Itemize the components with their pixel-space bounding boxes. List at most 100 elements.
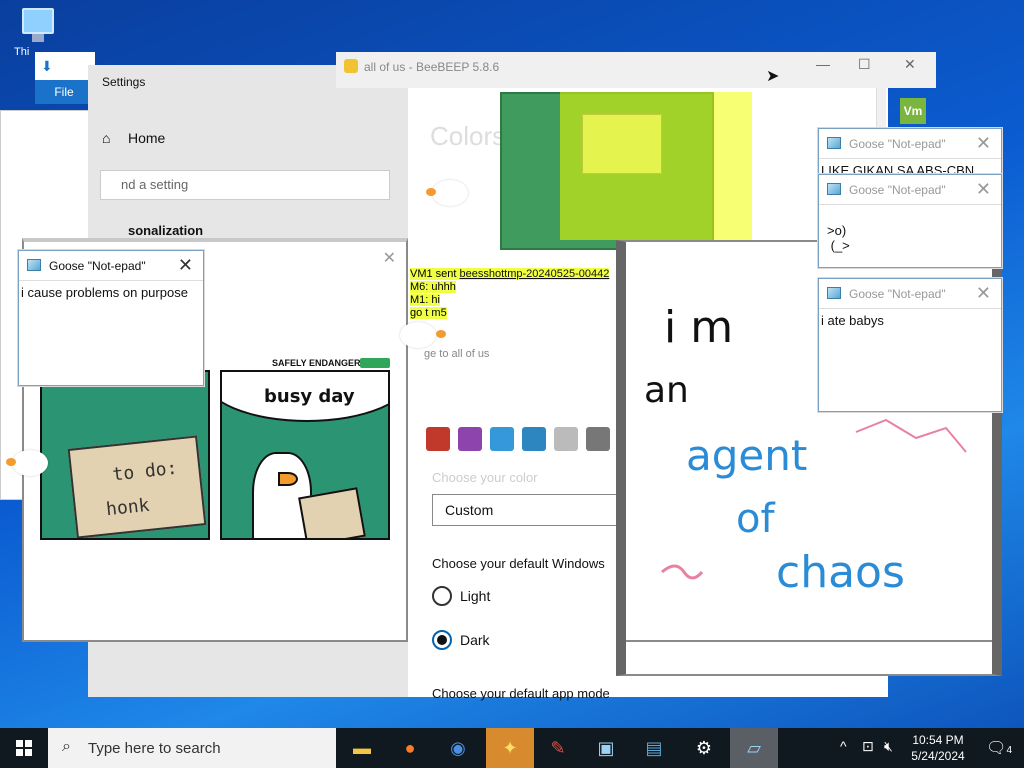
notepad-text[interactable]: i cause problems on purpose — [19, 281, 203, 304]
notepad-title: Goose "Not-epad" — [49, 259, 146, 273]
notification-center-icon[interactable]: 🗨︎4 — [986, 738, 1012, 758]
close-icon[interactable]: ✕ — [976, 179, 991, 200]
drawing-line-4: of — [736, 496, 775, 542]
mouse-cursor-icon: ➤ — [766, 68, 780, 85]
notepad-title: Goose "Not-epad" — [849, 183, 946, 197]
message-input-placeholder[interactable]: ge to all of us — [424, 348, 489, 361]
font-icon[interactable] — [426, 427, 450, 451]
desktop-goose[interactable] — [426, 180, 468, 206]
beebeep-icon — [344, 59, 358, 73]
personalization-heading: sonalization — [128, 223, 204, 238]
start-button[interactable] — [0, 728, 48, 768]
notepad-icon — [827, 183, 841, 195]
goose-notepad-3[interactable]: Goose "Not-epad" ✕ >o) (_> — [818, 174, 1002, 268]
close-icon[interactable]: ✕ — [976, 133, 991, 154]
light-radio[interactable] — [432, 586, 452, 606]
network-icon[interactable]: ⊡ — [862, 738, 874, 755]
notepad-icon — [27, 259, 41, 271]
light-label: Light — [460, 588, 491, 604]
settings-icon[interactable] — [522, 427, 546, 451]
desktop-goose[interactable] — [6, 450, 48, 476]
app-taskbar-icon[interactable]: ▤ — [630, 728, 678, 768]
page-title: Colors — [430, 121, 506, 151]
goose-notepad-4[interactable]: Goose "Not-epad" ✕ i ate babys — [818, 278, 1002, 412]
beebeep-taskbar-icon[interactable]: ✦ — [486, 728, 534, 768]
image-viewer-taskbar-icon[interactable]: ▣ — [582, 728, 630, 768]
clock-date: 5/24/2024 — [911, 749, 965, 763]
goose-beak — [278, 472, 298, 486]
taskbar: ⌕ Type here to search ▬ ● ◉ ✦ ✎ ▣ ▤ ⚙ ▱ … — [0, 728, 1024, 768]
settings-title: Settings — [102, 75, 146, 89]
chat-line: M1: hi — [410, 294, 440, 306]
comic-panel-2: busy day — [220, 370, 390, 540]
chat-line-prefix: VM1 sent — [410, 268, 460, 280]
comic-panel-1: to do: honk — [40, 370, 210, 540]
highlight-overlay — [560, 92, 752, 240]
notepad-title: Goose "Not-epad" — [849, 287, 946, 301]
goose-notepad-2[interactable]: Goose "Not-epad" ✕ LIKE GIKAN SA ABS-CBN — [818, 128, 1002, 178]
app-mode-label: Choose your default app mode — [432, 686, 610, 701]
close-icon[interactable]: ✕ — [976, 283, 991, 304]
color-picker-icon[interactable] — [458, 427, 482, 451]
choose-color-label: Choose your color — [432, 470, 538, 485]
todo-text: to do: — [111, 457, 179, 486]
notepad-icon — [827, 137, 841, 149]
this-pc-desktop-icon[interactable]: Thi — [14, 8, 68, 58]
close-icon[interactable]: ✕ — [383, 248, 396, 268]
drawing-line-3: agent — [686, 431, 807, 480]
clock-time: 10:54 PM — [912, 733, 964, 747]
file-explorer-taskbar-icon[interactable]: ▬ — [338, 728, 386, 768]
chat-line: M6: uhhh — [410, 281, 456, 293]
volume-muted-icon[interactable]: 🔇︎ — [884, 738, 893, 755]
settings-home-link[interactable]: Home — [128, 130, 165, 146]
brand-badge — [360, 358, 390, 368]
notification-count: 4 — [1006, 745, 1012, 756]
dark-radio[interactable] — [432, 630, 452, 650]
windows-logo-icon — [16, 740, 32, 756]
notepad-text[interactable]: i ate babys — [819, 309, 1001, 332]
beebeep-toolbar — [420, 425, 620, 455]
paint-taskbar-icon[interactable]: ✎ — [534, 728, 582, 768]
clock[interactable]: 10:54 PM 5/24/2024 — [898, 732, 978, 764]
windows-mode-label: Choose your default Windows — [432, 556, 605, 571]
book-icon[interactable] — [586, 427, 610, 451]
drawing-line-1: i m — [664, 302, 733, 353]
taskbar-search[interactable]: ⌕ Type here to search — [48, 728, 336, 768]
chevron-up-icon[interactable]: ^ — [840, 738, 847, 754]
maximize-icon[interactable]: ☐ — [858, 56, 871, 73]
minimize-icon[interactable]: — — [816, 56, 830, 72]
filter-icon[interactable] — [490, 427, 514, 451]
honk-text: honk — [105, 494, 151, 521]
chat-file-link[interactable]: beesshottmp-20240525-00442 — [459, 268, 610, 280]
close-icon[interactable]: ✕ — [178, 255, 193, 276]
close-icon[interactable]: ✕ — [904, 56, 916, 73]
firefox-taskbar-icon[interactable]: ● — [386, 728, 434, 768]
computer-icon — [22, 8, 54, 42]
notepad-icon — [827, 287, 841, 299]
todo-scroll: to do: honk — [67, 435, 207, 538]
vm-icon[interactable]: Vm — [900, 98, 926, 124]
notepad-title: Goose "Not-epad" — [849, 137, 946, 151]
settings-search-input[interactable]: nd a setting — [100, 170, 390, 200]
drawing-line-5: chaos — [776, 547, 905, 598]
check-icon[interactable] — [554, 427, 578, 451]
desktop-goose[interactable] — [400, 322, 446, 348]
notepad-taskbar-icon[interactable]: ▱ — [730, 728, 778, 768]
file-explorer-window: ⬇ File — [35, 52, 95, 104]
home-icon: ⌂ — [102, 130, 111, 146]
chat-line: go t m5 — [410, 307, 447, 319]
down-arrow-icon[interactable]: ⬇ — [41, 58, 53, 75]
beebeep-title: all of us - BeeBEEP 5.8.6 — [364, 60, 500, 74]
dark-label: Dark — [460, 632, 490, 648]
color-dropdown[interactable]: Custom — [432, 494, 632, 526]
notepad-text[interactable]: >o) (_> — [819, 205, 1001, 271]
file-tab[interactable]: File — [35, 80, 93, 104]
chrome-taskbar-icon[interactable]: ◉ — [434, 728, 482, 768]
settings-taskbar-icon[interactable]: ⚙ — [680, 728, 728, 768]
comic-brand: SAFELY ENDANGERED — [272, 358, 374, 368]
drawing-window-footer — [626, 640, 992, 674]
paper-illustration — [298, 487, 366, 538]
search-icon: ⌕ — [62, 738, 71, 755]
search-placeholder: Type here to search — [88, 740, 221, 757]
goose-notepad-1[interactable]: Goose "Not-epad" ✕ i cause problems on pu… — [18, 250, 204, 386]
